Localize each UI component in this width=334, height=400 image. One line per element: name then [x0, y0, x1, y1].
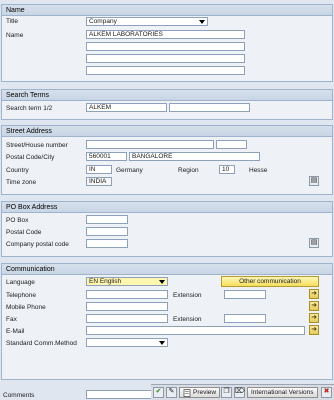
company-postal-field[interactable] [86, 239, 128, 248]
email-more-button[interactable]: ➜ [309, 325, 319, 335]
region-value: 10 [222, 166, 230, 173]
company-postal-label: Company postal code [6, 241, 69, 248]
comments-label: Comments [3, 392, 35, 399]
mobile-label: Mobile Phone [6, 304, 46, 311]
chevron-down-icon [159, 280, 165, 284]
pobox-section-header: PO Box Address [2, 202, 332, 213]
search-term-1-value: ALKEM [89, 104, 112, 111]
name-field-3[interactable] [86, 54, 245, 63]
postal-code-value: 560001 [89, 153, 111, 160]
copy-icon: ❐ [223, 388, 230, 395]
name-field-4[interactable] [86, 66, 245, 75]
chevron-down-icon [199, 20, 205, 24]
search-section-header: Search Terms [2, 90, 332, 101]
other-communication-button[interactable]: Other communication [221, 276, 319, 287]
more-fields-button[interactable]: ▤ [309, 176, 319, 186]
delete-button[interactable]: ⌦ [234, 387, 245, 398]
international-versions-label: International Versions [251, 389, 314, 396]
telephone-field[interactable] [86, 290, 168, 299]
search-term-1-field[interactable]: ALKEM [86, 103, 167, 112]
cancel-button[interactable]: ✖ [321, 387, 332, 398]
fax-field[interactable] [86, 314, 168, 323]
arrow-right-icon: ➜ [311, 302, 317, 309]
region-label: Region [178, 167, 199, 174]
street-section-header: Street Address [2, 126, 332, 137]
fax-extension-field[interactable] [224, 314, 266, 323]
title-value: Company [89, 18, 117, 25]
document-check-icon: ✎ [168, 388, 175, 395]
other-communication-label: Other communication [239, 278, 301, 285]
title-label: Title [6, 18, 19, 25]
postal-code-field[interactable]: 560001 [86, 152, 127, 161]
preview-label: Preview [193, 389, 217, 396]
trash-icon: ⌦ [235, 388, 245, 395]
timezone-field[interactable]: INDIA [86, 177, 112, 186]
std-comm-dropdown[interactable] [86, 338, 168, 347]
country-field[interactable]: IN [86, 165, 112, 174]
international-versions-button[interactable]: International Versions [247, 387, 318, 398]
chevron-down-icon [159, 341, 165, 345]
street-label: Street/House number [6, 142, 68, 149]
fax-more-button[interactable]: ➜ [309, 313, 319, 323]
telephone-more-button[interactable]: ➜ [309, 289, 319, 299]
name-label: Name [6, 32, 24, 39]
check-icon: ✔ [155, 388, 162, 395]
search-term-2-field[interactable] [169, 103, 250, 112]
name-section-header: Name [2, 5, 332, 16]
expand-fields-icon: ▤ [310, 239, 318, 246]
house-number-field[interactable] [216, 140, 247, 149]
std-comm-label: Standard Comm.Method [6, 340, 77, 347]
language-dropdown[interactable]: EN English [86, 277, 168, 286]
telephone-extension-field[interactable] [224, 290, 266, 299]
name-value: ALKEM LABORATORIES [89, 31, 163, 38]
city-value: BANGALORE [132, 153, 173, 160]
timezone-value: INDIA [89, 178, 107, 185]
telephone-extension-label: Extension [173, 292, 202, 299]
title-dropdown[interactable]: Company [86, 17, 208, 26]
check-entries-button[interactable]: ✎ [166, 387, 177, 398]
pobox-label: PO Box [6, 217, 29, 224]
pobox-field[interactable] [86, 215, 128, 224]
arrow-right-icon: ➜ [311, 314, 317, 321]
email-label: E-Mail [6, 328, 25, 335]
telephone-label: Telephone [6, 292, 36, 299]
region-name: Hesse [249, 167, 268, 174]
pobox-more-fields-button[interactable]: ▤ [309, 238, 319, 248]
postal-city-label: Postal Code/City [6, 154, 55, 161]
mobile-field[interactable] [86, 302, 168, 311]
close-icon: ✖ [323, 388, 330, 395]
street-field[interactable] [86, 140, 214, 149]
fax-extension-label: Extension [173, 316, 202, 323]
name-field-1[interactable]: ALKEM LABORATORIES [86, 30, 245, 39]
confirm-button[interactable]: ✔ [153, 387, 164, 398]
comm-section-header: Communication [2, 264, 332, 275]
copy-button[interactable]: ❐ [221, 387, 232, 398]
pobox-postal-label: Postal Code [6, 229, 42, 236]
region-field[interactable]: 10 [219, 165, 235, 174]
preview-icon [183, 388, 191, 397]
language-value: EN English [89, 278, 122, 285]
country-label: Country [6, 167, 29, 174]
arrow-right-icon: ➜ [311, 326, 317, 333]
pobox-postal-field[interactable] [86, 227, 128, 236]
country-value: IN [89, 166, 96, 173]
preview-button[interactable]: Preview [179, 387, 221, 398]
expand-fields-icon: ▤ [310, 177, 318, 184]
country-name: Germany [116, 167, 143, 174]
fax-label: Fax [6, 316, 17, 323]
timezone-label: Time zone [6, 179, 37, 186]
email-field[interactable] [86, 326, 305, 335]
city-field[interactable]: BANGALORE [129, 152, 260, 161]
search-term-label: Search term 1/2 [6, 105, 53, 112]
name-field-2[interactable] [86, 42, 245, 51]
mobile-more-button[interactable]: ➜ [309, 301, 319, 311]
arrow-right-icon: ➜ [311, 290, 317, 297]
language-label: Language [6, 279, 35, 286]
